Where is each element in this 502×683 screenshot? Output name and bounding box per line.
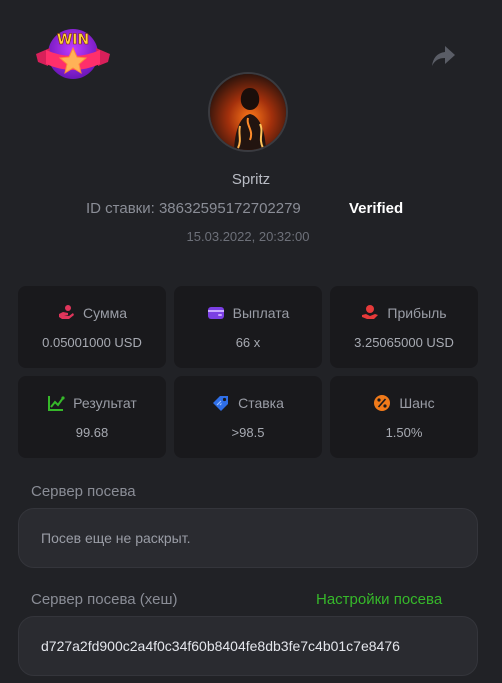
stat-value: >98.5 [231, 425, 265, 440]
stat-card-result: Результат 99.68 [18, 376, 166, 458]
bet-id: ID ставки: 38632595172702279 [86, 200, 301, 217]
stat-label: Выплата [232, 305, 290, 321]
stat-label: Прибыль [387, 305, 447, 321]
coins-hand-icon [59, 305, 74, 319]
seed-server-field[interactable]: Посев еще не раскрыт. [18, 508, 478, 568]
stat-card-chance: Шанс 1.50% [330, 376, 478, 458]
win-logo: WIN [34, 24, 112, 86]
profit-hand-icon [362, 305, 379, 319]
stat-card-bet: Ставка >98.5 [174, 376, 322, 458]
seed-server-label: Сервер посева [31, 483, 136, 500]
stat-label: Ставка [238, 395, 284, 411]
verified-badge: Verified [349, 200, 404, 217]
bet-id-row: ID ставки: 38632595172702279 Verified [0, 200, 502, 220]
stat-label: Сумма [83, 305, 127, 321]
avatar[interactable] [208, 72, 288, 152]
stat-value: 66 x [235, 335, 261, 350]
seed-hash-field[interactable]: d727a2fd900c2a4f0c34f60b8404fe8db3fe7c4b… [18, 616, 478, 676]
stat-value: 0.05001000 USD [42, 335, 142, 350]
percent-icon [374, 395, 391, 411]
username: Spritz [231, 171, 271, 188]
seed-hash-label: Сервер посева (хеш) [31, 591, 178, 608]
stat-value: 3.25065000 USD [354, 335, 454, 350]
bet-details-panel: WIN Spritz ID ставки: 38632595172702279 … [0, 0, 502, 683]
bet-datetime: 15.03.2022, 20:32:00 [186, 229, 310, 244]
tag-icon [213, 396, 229, 411]
fiery-figure-avatar-icon [210, 74, 286, 150]
seed-settings-link[interactable]: Настройки посева [316, 591, 442, 608]
seed-server-value: Посев еще не раскрыт. [41, 530, 191, 546]
wallet-icon [207, 307, 224, 319]
stat-label: Шанс [399, 395, 435, 411]
logo-text: WIN [57, 32, 89, 48]
stat-value: 1.50% [385, 425, 423, 440]
seed-hash-value: d727a2fd900c2a4f0c34f60b8404fe8db3fe7c4b… [41, 638, 400, 654]
stat-value: 99.68 [75, 425, 109, 440]
stat-label: Результат [73, 395, 137, 411]
stat-card-profit: Прибыль 3.25065000 USD [330, 286, 478, 368]
share-icon[interactable] [430, 44, 456, 68]
stat-card-payout: Выплата 66 x [174, 286, 322, 368]
stat-card-amount: Сумма 0.05001000 USD [18, 286, 166, 368]
chart-line-icon [48, 396, 65, 411]
